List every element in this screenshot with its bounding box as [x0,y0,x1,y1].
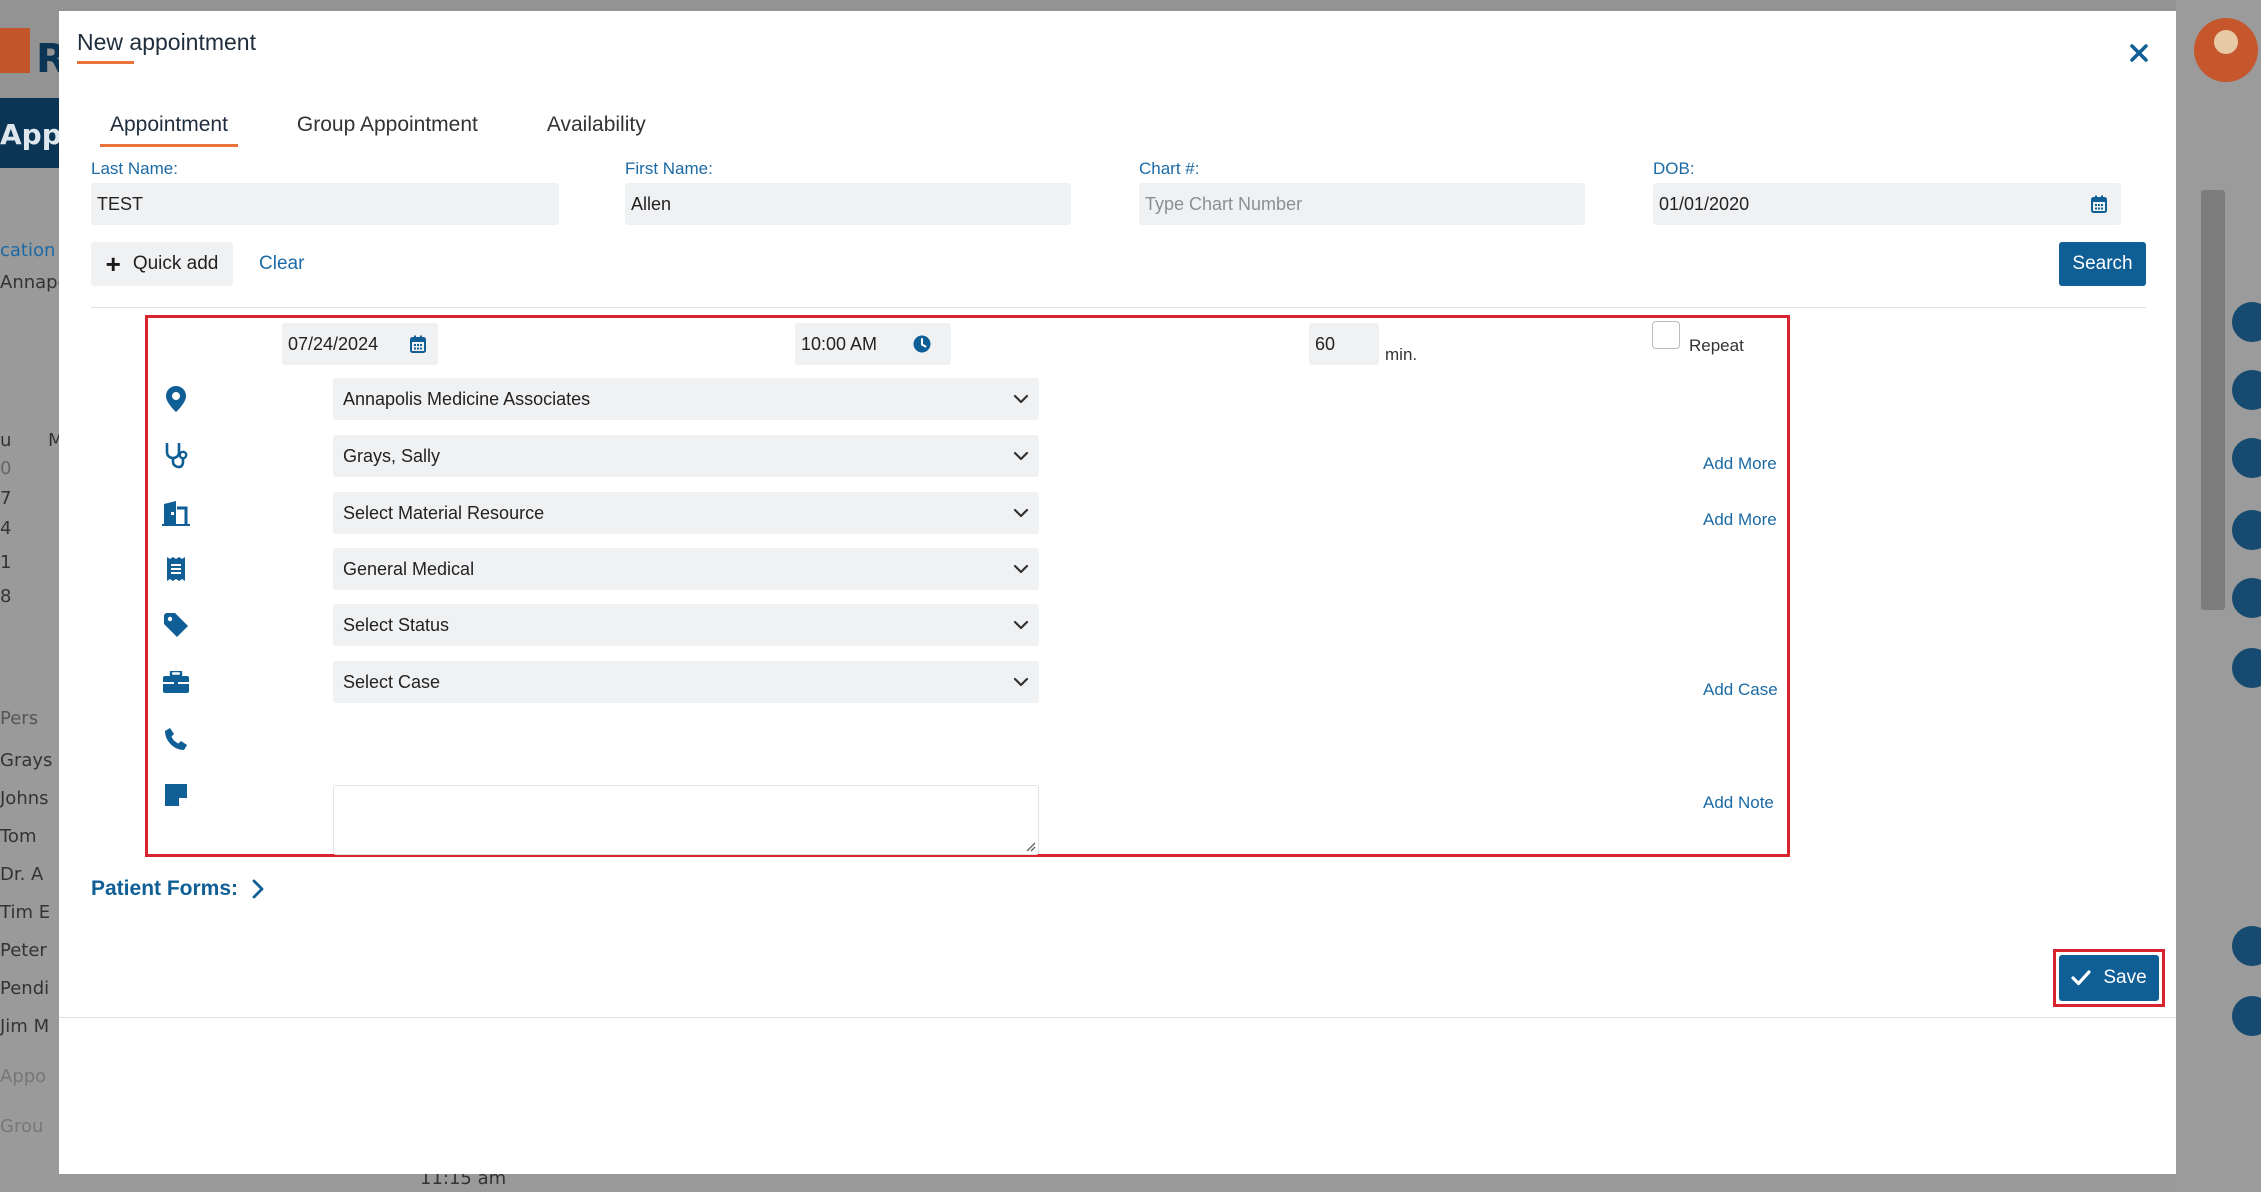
bg-text: 0 [0,458,12,479]
bg-text: Appo [0,1066,47,1087]
appointment-tabs: Appointment Group Appointment Availabili… [100,107,715,147]
plus-icon: + [105,249,121,279]
status-select[interactable]: Select Status [333,604,1039,646]
stethoscope-icon [162,442,190,470]
provider-value: Grays, Sally [343,445,441,466]
dob-input[interactable]: 01/01/2020 [1653,183,2121,225]
chart-number-input[interactable]: Type Chart Number [1139,183,1585,225]
first-name-input[interactable]: Allen [625,183,1071,225]
duration-input[interactable]: 60 [1309,323,1379,365]
calendar-icon[interactable] [2091,195,2107,213]
bg-text: Pendi [0,978,50,999]
appointment-time-input[interactable]: 10:00 AM [795,323,951,365]
app-logo [0,28,30,73]
background-left-column: cation Annapol u M 0 7 8 4 1 Pers Grays … [0,168,74,1192]
status-value: Select Status [343,614,450,635]
bg-text: 4 [0,518,12,539]
material-resource-value: Select Material Resource [343,502,545,523]
close-icon [2130,44,2148,62]
add-more-provider-link[interactable]: Add More [1703,454,1777,474]
bg-text: Pers [0,708,39,729]
location-value: Annapolis Medicine Associates [343,388,591,409]
duration-unit: min. [1385,345,1418,364]
check-icon [2071,970,2091,986]
provider-select[interactable]: Grays, Sally [333,435,1039,477]
chevron-down-icon [1013,451,1029,461]
building-icon [162,499,190,527]
chart-number-label: Chart #: [1139,159,1200,178]
bg-text: 1 [0,552,12,573]
last-name-label: Last Name: [91,159,178,178]
last-name-input[interactable]: TEST [91,183,559,225]
bg-text: Tom [0,826,37,847]
phone-icon [162,725,190,753]
quick-add-label: Quick add [132,253,219,274]
bg-text: 8 [0,586,12,607]
tab-appointment[interactable]: Appointment [100,107,238,147]
section-divider [91,307,2146,308]
chevron-right-icon [252,879,264,899]
chevron-down-icon [1013,620,1029,630]
material-resource-select[interactable]: Select Material Resource [333,492,1039,534]
save-button[interactable]: Save [2059,955,2159,1001]
chevron-down-icon [1013,564,1029,574]
bg-text: Grou [0,1116,44,1137]
appointment-type-select[interactable]: General Medical [333,548,1039,590]
title-underline [77,61,134,64]
chevron-down-icon [1013,508,1029,518]
new-appointment-modal: New appointment Appointment Group Appoin… [59,11,2176,1174]
save-label: Save [2103,967,2147,988]
resize-handle-icon[interactable] [1024,840,1036,852]
tab-availability[interactable]: Availability [547,107,646,147]
add-case-link[interactable]: Add Case [1703,680,1778,700]
modal-title: New appointment [77,29,256,55]
bg-text: u [0,430,12,451]
user-avatar [2194,18,2258,82]
patient-forms-label: Patient Forms: [91,877,239,900]
quick-add-button[interactable]: + Quick add [91,242,233,286]
note-textarea[interactable] [333,785,1039,855]
search-button[interactable]: Search [2059,242,2146,286]
bg-text: Dr. A [0,864,44,885]
appointment-time-value: 10:00 AM [801,333,878,354]
bg-text: Peter [0,940,47,961]
bg-text: Jim M [0,1016,50,1037]
tab-group-appointment[interactable]: Group Appointment [297,107,478,147]
appointment-type-value: General Medical [343,558,475,579]
bg-text: cation [0,240,56,261]
add-note-link[interactable]: Add Note [1703,793,1774,813]
repeat-label: Repeat [1689,336,1744,355]
chevron-down-icon [1013,677,1029,687]
clock-icon[interactable] [913,335,931,353]
background-scrollbar [2201,190,2225,610]
location-pin-icon [162,385,190,413]
bg-text: Johns [0,788,49,809]
tag-icon [162,611,190,639]
patient-forms-toggle[interactable]: Patient Forms: [91,877,264,901]
add-more-resource-link[interactable]: Add More [1703,510,1777,530]
modal-footer-divider [59,1017,2176,1018]
chevron-down-icon [1013,394,1029,404]
bg-text: 7 [0,488,12,509]
case-select[interactable]: Select Case [333,661,1039,703]
bg-text: Tim E [0,902,51,923]
first-name-label: First Name: [625,159,713,178]
appointment-date-value: 07/24/2024 [288,333,379,354]
close-button[interactable] [2123,37,2155,69]
location-select[interactable]: Annapolis Medicine Associates [333,378,1039,420]
dob-value: 01/01/2020 [1659,193,1750,214]
calendar-icon[interactable] [410,335,426,353]
clear-link[interactable]: Clear [259,253,304,275]
repeat-checkbox[interactable] [1652,321,1680,349]
appointment-date-input[interactable]: 07/24/2024 [282,323,438,365]
dob-label: DOB: [1653,159,1695,178]
note-icon [162,781,190,809]
bg-text: Grays [0,750,53,771]
receipt-icon [162,555,190,583]
case-value: Select Case [343,671,441,692]
briefcase-icon [162,668,190,696]
